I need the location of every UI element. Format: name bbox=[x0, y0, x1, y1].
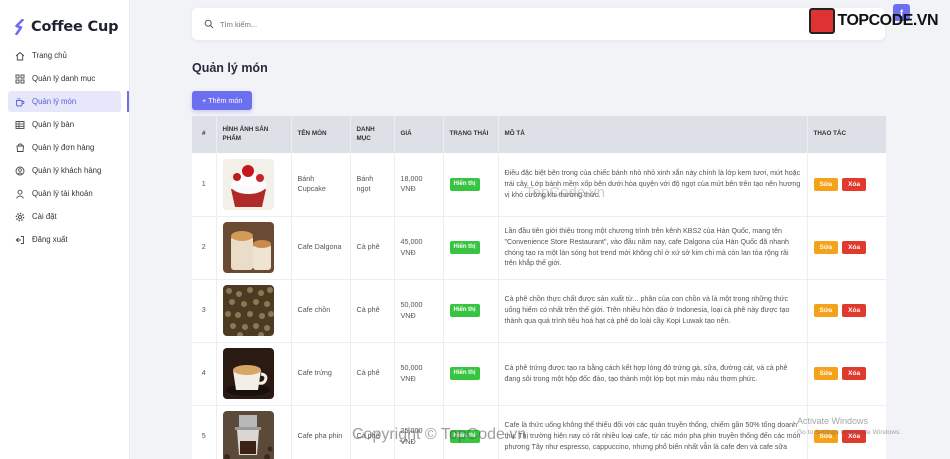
status-badge: Hiển thị bbox=[449, 367, 480, 380]
dish-price: 18,000 VNĐ bbox=[394, 153, 444, 216]
table-row: 4 Cafe trứng Cà phê 50,000 VNĐ Hiển thị … bbox=[192, 342, 886, 405]
row-index: 5 bbox=[192, 405, 217, 459]
watermark-copyright: Copyright © TopCode.vn bbox=[352, 426, 527, 443]
search-input[interactable] bbox=[220, 19, 780, 29]
edit-button[interactable]: Sửa bbox=[813, 177, 839, 191]
status-badge: Hiển thị bbox=[449, 304, 480, 317]
status-badge: Hiển thị bbox=[449, 177, 480, 191]
dish-name: Cafe Dalgona bbox=[291, 216, 351, 279]
status-badge: Hiển thị bbox=[449, 241, 480, 254]
column-header: THAO TÁC bbox=[807, 116, 886, 153]
sidebar-item-logout[interactable]: Đăng xuất bbox=[8, 229, 121, 250]
column-header: # bbox=[192, 116, 217, 153]
column-header: GIÁ bbox=[394, 116, 444, 153]
column-header: TRẠNG THÁI bbox=[443, 116, 499, 153]
sidebar-item-label: Quản lý danh mục bbox=[32, 74, 96, 83]
column-header: HÌNH ẢNH SẢN PHẨM bbox=[216, 116, 292, 153]
dish-description: Cà phê trứng được tạo ra bằng cách kết h… bbox=[498, 342, 808, 405]
table-header-row: # HÌNH ẢNH SẢN PHẨM TÊN MÓN DANH MỤC GIÁ… bbox=[192, 116, 886, 153]
sidebar-item-customers[interactable]: Quản lý khách hàng bbox=[8, 160, 121, 181]
product-image-cafe-trung bbox=[222, 348, 274, 399]
add-dish-button[interactable]: + Thêm món bbox=[192, 91, 253, 110]
row-index: 1 bbox=[192, 153, 217, 216]
table-row: 3 Cafe chồn Cà phê 50,000 VNĐ Hiển thị C… bbox=[192, 279, 886, 342]
sidebar-item-label: Cài đặt bbox=[32, 212, 57, 221]
home-icon bbox=[15, 51, 25, 61]
dish-description: Cafe là thức uống không thể thiếu đối vớ… bbox=[498, 405, 808, 459]
sidebar-item-tables[interactable]: Quản lý bàn bbox=[8, 114, 121, 135]
dish-price: 45,000 VNĐ bbox=[394, 216, 444, 279]
delete-button[interactable]: Xóa bbox=[842, 304, 867, 317]
row-index: 3 bbox=[192, 279, 217, 342]
page-title: Quản lý món bbox=[192, 61, 268, 75]
dish-category: Cà phê bbox=[350, 342, 395, 405]
dish-category: Cà phê bbox=[350, 216, 395, 279]
grid-icon bbox=[15, 74, 25, 84]
dish-name: Cafe trứng bbox=[291, 342, 351, 405]
activate-title: Activate Windows bbox=[797, 416, 869, 426]
logout-icon bbox=[15, 235, 25, 245]
table-icon bbox=[15, 120, 25, 130]
dish-name: Cafe chồn bbox=[291, 279, 351, 342]
edit-button[interactable]: Sửa bbox=[813, 304, 839, 317]
product-image-dalgona bbox=[222, 222, 274, 273]
sidebar-item-accounts[interactable]: Quản lý tài khoản bbox=[8, 183, 121, 204]
activate-windows-notice: Activate Windows Go to Settings to activ… bbox=[797, 415, 901, 437]
dish-description: Lần đầu tiên giới thiệu trong một chương… bbox=[498, 216, 808, 279]
delete-button[interactable]: Xóa bbox=[842, 177, 867, 191]
table-row: 5 Cafe pha phin Cà phê 25,000 VNĐ Hiển t… bbox=[192, 405, 886, 459]
sidebar-item-dishes[interactable]: Quản lý món bbox=[8, 91, 129, 112]
sidebar-nav: Trang chủ Quản lý danh mục Quản lý món Q… bbox=[0, 45, 129, 250]
main-content: f Quản lý món + Thêm món # HÌNH ẢNH SẢN … bbox=[130, 0, 950, 459]
dish-price: 50,000 VNĐ bbox=[394, 342, 444, 405]
table-row: 2 Cafe Dalgona Cà phê 45,000 VNĐ Hiển th… bbox=[192, 216, 886, 279]
column-header: DANH MỤC bbox=[350, 116, 395, 153]
product-image-cafe-chon bbox=[222, 285, 274, 336]
sidebar-item-settings[interactable]: Cài đặt bbox=[8, 206, 121, 227]
gear-icon bbox=[15, 212, 25, 222]
column-header: TÊN MÓN bbox=[291, 116, 351, 153]
topcode-logo-text: TOPCODE.VN bbox=[837, 12, 939, 29]
dishes-table: # HÌNH ẢNH SẢN PHẨM TÊN MÓN DANH MỤC GIÁ… bbox=[192, 116, 886, 459]
brand-name: Coffee Cup bbox=[31, 19, 119, 35]
watermark-mid: TopCode.vn bbox=[525, 184, 606, 201]
search-icon bbox=[204, 19, 214, 29]
dish-name: Cafe pha phin bbox=[291, 405, 351, 459]
sidebar-item-label: Quản lý món bbox=[32, 97, 77, 106]
row-index: 4 bbox=[192, 342, 217, 405]
sidebar-item-categories[interactable]: Quản lý danh mục bbox=[8, 68, 121, 89]
cup-icon bbox=[15, 97, 25, 107]
sidebar-item-label: Quản lý khách hàng bbox=[32, 166, 102, 175]
column-header: MÔ TẢ bbox=[498, 116, 808, 153]
sidebar-item-label: Quản lý đơn hàng bbox=[32, 143, 95, 152]
dish-price: 50,000 VNĐ bbox=[394, 279, 444, 342]
edit-button[interactable]: Sửa bbox=[813, 367, 839, 380]
sidebar-item-home[interactable]: Trang chủ bbox=[8, 45, 121, 66]
dish-description: Cà phê chồn thực chất được sản xuất từ..… bbox=[498, 279, 808, 342]
dish-category: Bánh ngọt bbox=[350, 153, 395, 216]
sidebar: Coffee Cup Trang chủ Quản lý danh mục Qu… bbox=[0, 0, 130, 459]
product-image-cafe-pha-phin bbox=[222, 411, 274, 459]
delete-button[interactable]: Xóa bbox=[842, 367, 867, 380]
user-circle-icon bbox=[15, 166, 25, 176]
topcode-logo-icon bbox=[808, 8, 835, 34]
delete-button[interactable]: Xóa bbox=[842, 241, 867, 254]
user-icon bbox=[15, 189, 25, 199]
row-index: 2 bbox=[192, 216, 217, 279]
search-bar[interactable] bbox=[192, 8, 885, 40]
dish-category: Cà phê bbox=[350, 279, 395, 342]
edit-button[interactable]: Sửa bbox=[813, 241, 839, 254]
cart-icon bbox=[15, 143, 25, 153]
sidebar-item-label: Quản lý tài khoản bbox=[32, 189, 93, 198]
sidebar-item-label: Trang chủ bbox=[32, 51, 67, 60]
sidebar-item-label: Quản lý bàn bbox=[32, 120, 75, 129]
topcode-logo: TOPCODE.VN bbox=[808, 8, 939, 34]
activate-subtitle: Go to Settings to activate Windows. bbox=[797, 428, 902, 436]
sidebar-item-label: Đăng xuất bbox=[32, 235, 68, 244]
product-image-cupcake bbox=[222, 158, 274, 210]
brand[interactable]: Coffee Cup bbox=[0, 0, 129, 40]
brand-logo-icon bbox=[15, 19, 24, 35]
dish-name: Bánh Cupcake bbox=[291, 153, 351, 216]
sidebar-item-orders[interactable]: Quản lý đơn hàng bbox=[8, 137, 121, 158]
